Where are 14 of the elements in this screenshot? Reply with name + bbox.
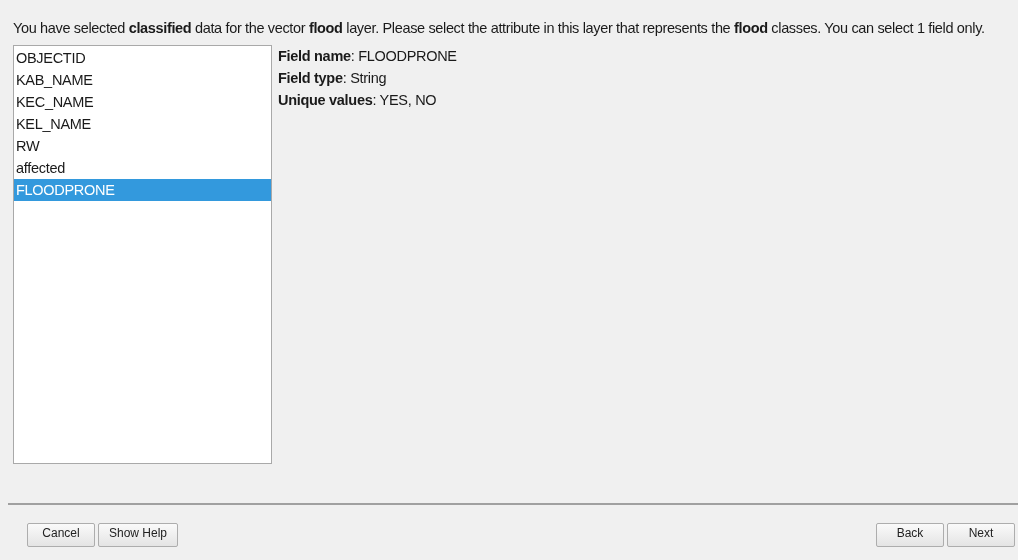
field-detail: Field type: String — [278, 69, 388, 88]
field-list-item[interactable]: OBJECTID — [14, 47, 271, 69]
field-list-item[interactable]: affected — [14, 157, 271, 179]
back-button[interactable]: Back — [876, 523, 944, 547]
next-button[interactable]: Next — [947, 523, 1015, 547]
field-list-item[interactable]: RW — [14, 135, 271, 157]
cancel-button[interactable]: Cancel — [27, 523, 95, 547]
field-list-item[interactable]: KAB_NAME — [14, 69, 271, 91]
field-list-item[interactable]: KEL_NAME — [14, 113, 271, 135]
field-detail: Field name: FLOODPRONE — [278, 47, 457, 66]
field-list-item[interactable]: KEC_NAME — [14, 91, 271, 113]
field-detail: Unique values: YES, NO — [278, 91, 438, 110]
instruction-text: You have selected classified data for the vector flood layer. Please select the attribute in this layer that represents the flood classes. You can select 1 field only. — [13, 19, 986, 38]
help-button[interactable]: Show Help — [98, 523, 179, 547]
